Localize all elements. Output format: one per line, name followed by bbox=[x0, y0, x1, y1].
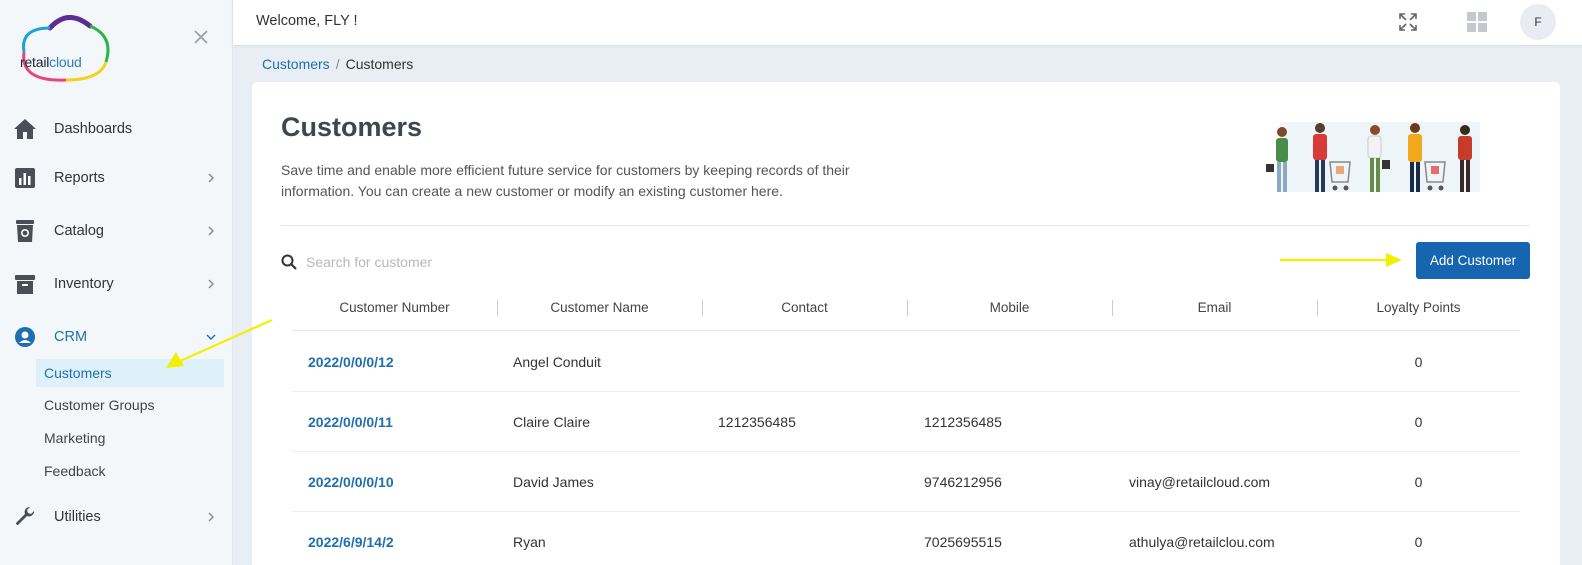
customer-loyalty-points: 0 bbox=[1414, 414, 1423, 430]
page-description: Save time and enable more efficient futu… bbox=[281, 162, 850, 199]
top-header: Welcome, FLY ! F bbox=[233, 0, 1582, 45]
sidebar-item-catalog[interactable]: Catalog bbox=[0, 213, 233, 249]
sidebar-subitem-customer-groups[interactable]: Customer Groups bbox=[36, 391, 224, 419]
table-row[interactable]: 2022/0/0/0/12 Angel Conduit 0 bbox=[292, 332, 1520, 392]
table-row[interactable]: 2022/0/0/0/11 Claire Claire 1212356485 1… bbox=[292, 392, 1520, 452]
customer-email: vinay@retailcloud.com bbox=[1129, 474, 1271, 490]
customer-number-link[interactable]: 2022/0/0/0/11 bbox=[308, 392, 393, 452]
avatar[interactable]: F bbox=[1520, 4, 1556, 40]
archive-icon bbox=[13, 272, 37, 296]
add-customer-button[interactable]: Add Customer bbox=[1416, 242, 1530, 279]
wrench-icon bbox=[13, 505, 37, 529]
sidebar-item-dashboards[interactable]: Dashboards bbox=[0, 111, 233, 147]
breadcrumb-separator: / bbox=[335, 56, 340, 72]
customer-loyalty-points: 0 bbox=[1414, 354, 1423, 370]
chevron-right-icon bbox=[208, 226, 214, 236]
sidebar-item-inventory[interactable]: Inventory bbox=[0, 266, 233, 302]
catalog-icon bbox=[13, 219, 37, 243]
breadcrumb-current: Customers bbox=[345, 56, 414, 72]
chevron-down-icon bbox=[206, 334, 216, 340]
customer-name: Angel Conduit bbox=[513, 354, 601, 370]
search-icon bbox=[281, 254, 297, 270]
sidebar-item-label: CRM bbox=[54, 329, 88, 345]
table-row[interactable]: 2022/0/0/0/10 David James 9746212956 vin… bbox=[292, 452, 1520, 512]
customer-number-link[interactable]: 2022/0/0/0/12 bbox=[308, 332, 394, 392]
column-header-email[interactable]: Email bbox=[1112, 294, 1317, 331]
customer-mobile: 1212356485 bbox=[924, 414, 1002, 430]
user-circle-icon bbox=[13, 325, 37, 349]
sidebar-item-label: Reports bbox=[54, 170, 105, 186]
bar-chart-icon bbox=[13, 166, 37, 190]
close-icon bbox=[194, 30, 208, 44]
sidebar-subitem-marketing[interactable]: Marketing bbox=[36, 424, 224, 452]
customers-card: Customers Save time and enable more effi… bbox=[252, 82, 1560, 565]
sidebar-subitem-customers[interactable]: Customers bbox=[36, 359, 224, 387]
shoppers-illustration bbox=[1266, 122, 1480, 192]
retailcloud-logo bbox=[22, 15, 110, 82]
sidebar-item-label: Inventory bbox=[54, 276, 114, 292]
customer-name: David James bbox=[513, 474, 594, 490]
customer-email: athulya@retailclou.com bbox=[1129, 534, 1275, 550]
apps-grid-icon[interactable] bbox=[1465, 10, 1489, 34]
sidebar: retailcloud Dashboards Reports Catalog I… bbox=[0, 0, 233, 565]
welcome-message: Welcome, FLY ! bbox=[256, 13, 358, 29]
table-header: Customer Number Customer Name Contact Mo… bbox=[292, 294, 1520, 331]
search-input[interactable] bbox=[302, 250, 702, 274]
sidebar-item-label: Dashboards bbox=[54, 121, 133, 137]
breadcrumb-link-customers[interactable]: Customers bbox=[262, 56, 330, 72]
sidebar-item-utilities[interactable]: Utilities bbox=[0, 499, 233, 535]
sidebar-subitem-feedback[interactable]: Feedback bbox=[36, 457, 224, 485]
header-divider bbox=[281, 225, 1530, 226]
column-header-loyalty-points[interactable]: Loyalty Points bbox=[1317, 294, 1520, 331]
column-header-mobile[interactable]: Mobile bbox=[907, 294, 1112, 331]
sidebar-item-label: Utilities bbox=[54, 509, 101, 525]
customer-mobile: 9746212956 bbox=[924, 474, 1002, 490]
sidebar-item-crm[interactable]: CRM bbox=[0, 319, 233, 355]
column-header-customer-name[interactable]: Customer Name bbox=[497, 294, 702, 331]
table-row[interactable]: 2022/6/9/14/2 Ryan 7025695515 athulya@re… bbox=[292, 512, 1520, 565]
sidebar-item-reports[interactable]: Reports bbox=[0, 160, 233, 196]
customer-number-link[interactable]: 2022/0/0/0/10 bbox=[308, 452, 394, 512]
sidebar-item-label: Catalog bbox=[54, 223, 104, 239]
breadcrumb: Customers / Customers bbox=[262, 56, 413, 72]
customer-name: Ryan bbox=[513, 534, 546, 550]
column-header-customer-number[interactable]: Customer Number bbox=[292, 294, 497, 331]
chevron-right-icon bbox=[208, 279, 214, 289]
logo-wordmark: retailcloud bbox=[20, 54, 82, 70]
column-header-contact[interactable]: Contact bbox=[702, 294, 907, 331]
chevron-right-icon bbox=[208, 173, 214, 183]
customer-name: Claire Claire bbox=[513, 414, 591, 430]
home-icon bbox=[13, 117, 37, 141]
customer-contact: 1212356485 bbox=[718, 414, 796, 430]
chevron-right-icon bbox=[208, 512, 214, 522]
fullscreen-icon[interactable] bbox=[1396, 10, 1420, 34]
page-title: Customers bbox=[281, 112, 423, 142]
close-sidebar-button[interactable] bbox=[190, 27, 212, 49]
customer-loyalty-points: 0 bbox=[1414, 474, 1423, 490]
customer-number-link[interactable]: 2022/6/9/14/2 bbox=[308, 512, 394, 565]
customer-loyalty-points: 0 bbox=[1414, 534, 1423, 550]
customer-mobile: 7025695515 bbox=[924, 534, 1002, 550]
